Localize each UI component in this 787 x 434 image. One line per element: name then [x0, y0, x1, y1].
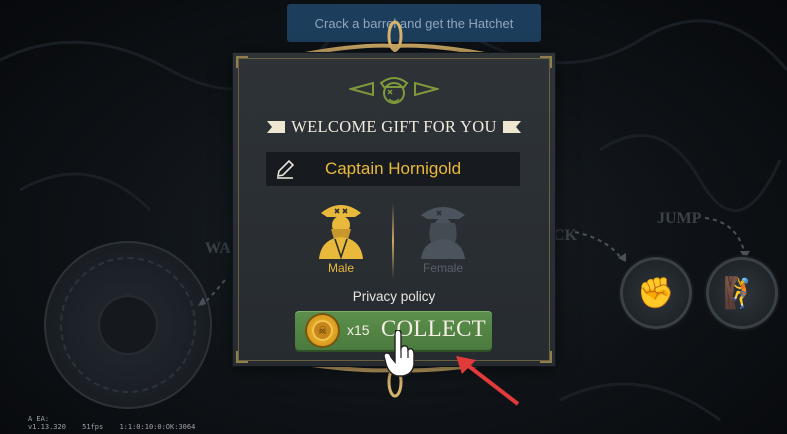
ribbon-left-icon	[267, 121, 286, 133]
debug-overlay: A EA: v1.13.320 51fps 1:1:0:10:0:OK:3064	[28, 415, 207, 431]
female-pirate-icon	[421, 207, 465, 259]
debug-fps: 51fps	[82, 423, 104, 431]
player-name-field[interactable]: Captain Hornigold	[266, 152, 520, 186]
dialog-header: WELCOME GIFT FOR YOU	[233, 117, 555, 137]
walk-hint-label: WA	[205, 240, 231, 257]
pointer-arrow-icon	[456, 356, 520, 406]
welcome-gift-dialog: WELCOME GIFT FOR YOU Captain Hornigold M…	[233, 53, 555, 366]
debug-line-1: A EA:	[28, 415, 50, 423]
pirate-emblem-icon	[349, 77, 439, 104]
debug-build: 1:1:0:10:0:OK:3064	[119, 423, 196, 431]
gender-label-male: Male	[327, 261, 354, 275]
fist-icon: ✊	[637, 275, 675, 311]
attack-hint-label: CK	[553, 227, 577, 244]
gender-label-female: Female	[422, 261, 463, 275]
male-pirate-icon	[319, 205, 363, 259]
ribbon-right-icon	[502, 121, 521, 133]
reward-quantity: x15	[347, 322, 370, 338]
jump-hint-label: JUMP	[657, 210, 702, 227]
climb-icon: 🧗	[723, 275, 761, 311]
pencil-icon[interactable]	[275, 159, 295, 179]
tap-hand-icon	[383, 330, 415, 377]
player-name-text: Captain Hornigold	[324, 159, 462, 178]
gender-option-female[interactable]: Female	[403, 199, 483, 275]
privacy-policy-link[interactable]: Privacy policy	[233, 289, 555, 304]
dialog-title: WELCOME GIFT FOR YOU	[291, 117, 497, 136]
jump-button[interactable]: 🧗	[706, 257, 778, 329]
skull-coin-icon: ☠	[307, 315, 338, 346]
gender-divider	[392, 203, 394, 279]
debug-version: v1.13.320	[28, 423, 66, 431]
attack-button[interactable]: ✊	[620, 257, 692, 329]
gender-option-male[interactable]: Male	[301, 199, 381, 275]
